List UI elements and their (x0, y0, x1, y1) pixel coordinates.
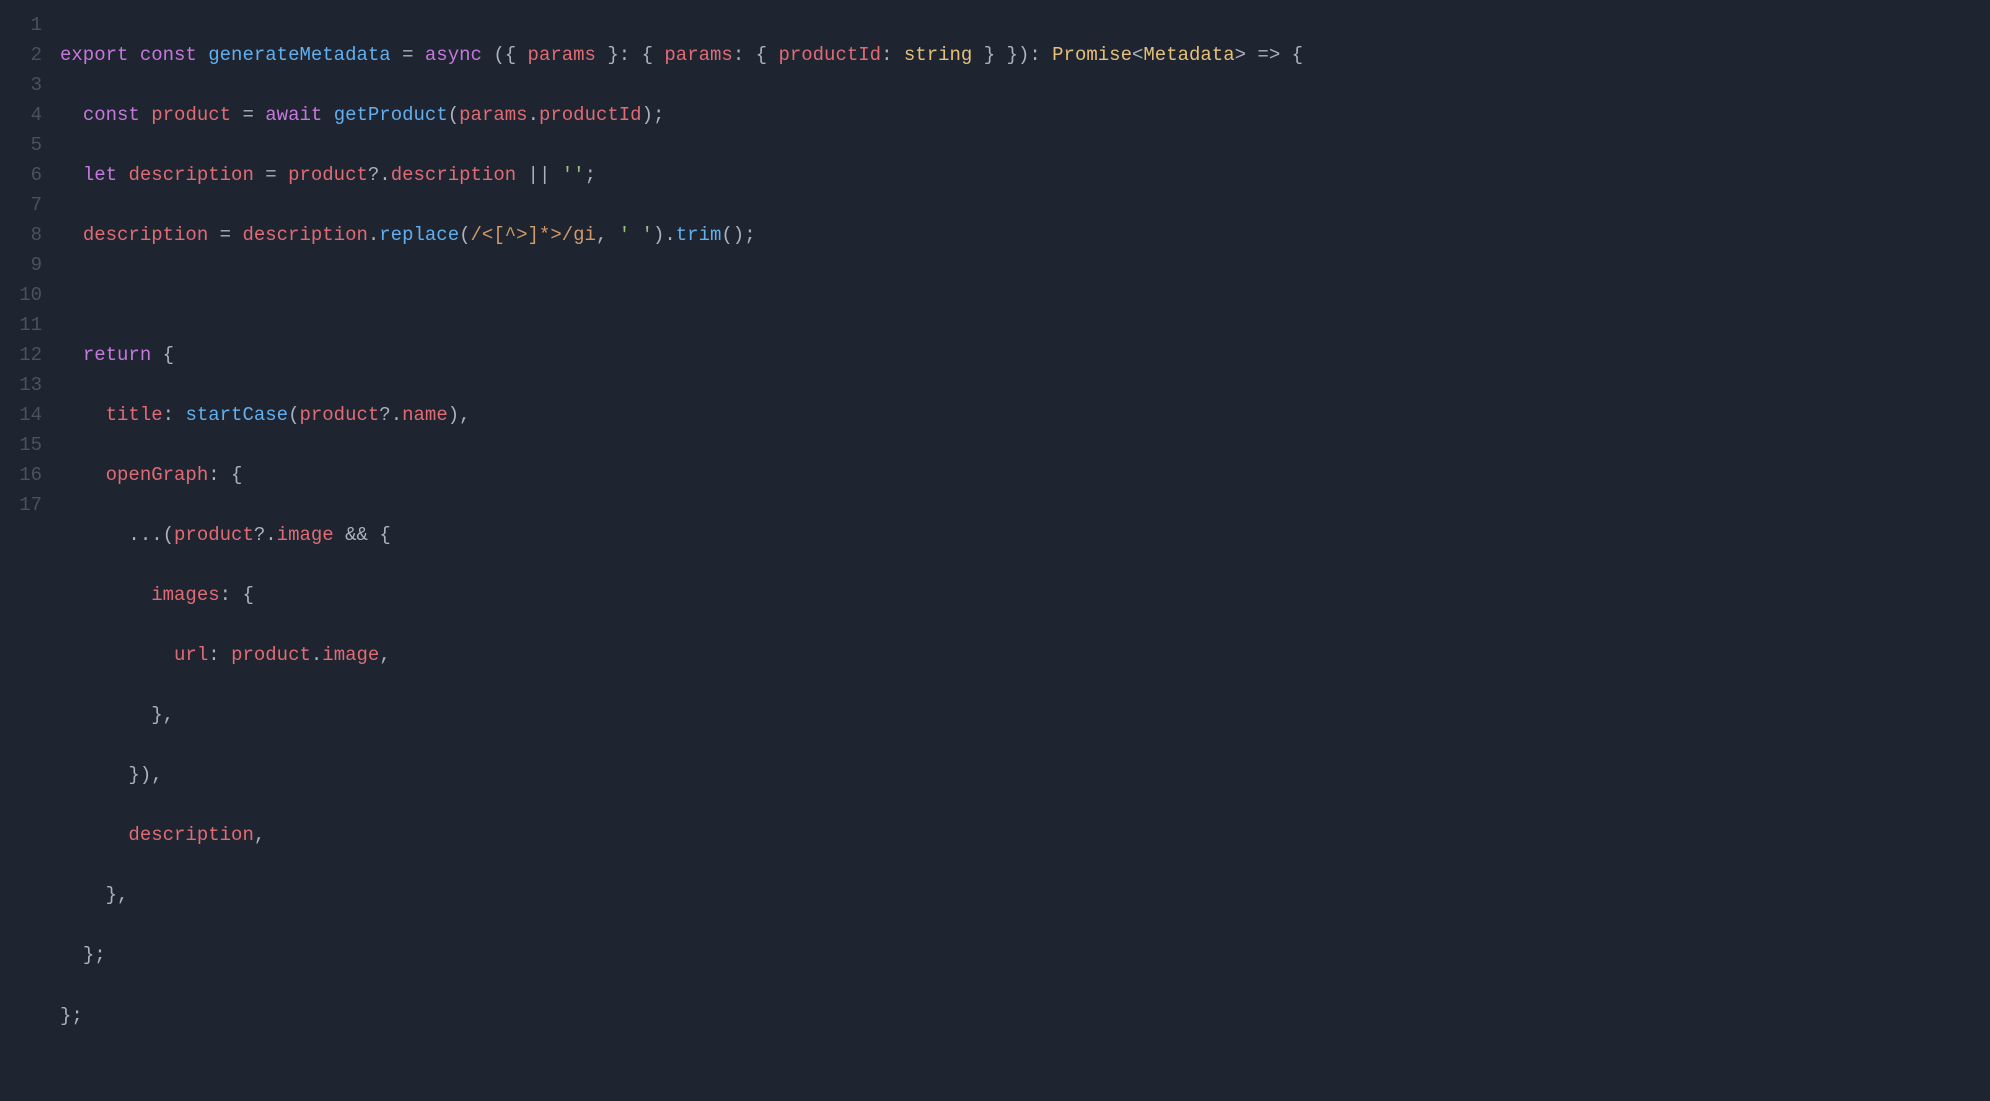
code-line[interactable]: title: startCase(product?.name), (60, 400, 1990, 430)
regex-literal: /<[^>]*>/gi (471, 224, 596, 246)
line-number: 5 (10, 130, 42, 160)
code-line[interactable]: }, (60, 700, 1990, 730)
line-number: 15 (10, 430, 42, 460)
code-line[interactable]: description, (60, 820, 1990, 850)
line-number: 17 (10, 490, 42, 520)
type: string (904, 44, 972, 66)
line-number: 14 (10, 400, 42, 430)
line-number-gutter: 1 2 3 4 5 6 7 8 9 10 11 12 13 14 15 16 1… (0, 10, 60, 1091)
line-number: 8 (10, 220, 42, 250)
line-number: 13 (10, 370, 42, 400)
identifier: params (528, 44, 596, 66)
code-line[interactable]: export const generateMetadata = async ({… (60, 40, 1990, 70)
line-number: 2 (10, 40, 42, 70)
line-number: 16 (10, 460, 42, 490)
keyword: export (60, 44, 128, 66)
code-line[interactable]: }, (60, 880, 1990, 910)
code-editor[interactable]: 1 2 3 4 5 6 7 8 9 10 11 12 13 14 15 16 1… (0, 0, 1990, 1101)
type: Promise (1052, 44, 1132, 66)
keyword: async (425, 44, 482, 66)
code-line[interactable]: images: { (60, 580, 1990, 610)
line-number: 4 (10, 100, 42, 130)
line-number: 11 (10, 310, 42, 340)
function-name: generateMetadata (208, 44, 390, 66)
line-number: 7 (10, 190, 42, 220)
line-number: 1 (10, 10, 42, 40)
string-literal: '' (562, 164, 585, 186)
code-line[interactable]: ...(product?.image && { (60, 520, 1990, 550)
line-number: 9 (10, 250, 42, 280)
code-line[interactable]: }), (60, 760, 1990, 790)
line-number: 3 (10, 70, 42, 100)
code-area[interactable]: export const generateMetadata = async ({… (60, 10, 1990, 1091)
code-line[interactable]: const product = await getProduct(params.… (60, 100, 1990, 130)
code-line[interactable]: return { (60, 340, 1990, 370)
keyword: const (140, 44, 197, 66)
line-number: 10 (10, 280, 42, 310)
code-line[interactable]: }; (60, 940, 1990, 970)
code-line[interactable]: description = description.replace(/<[^>]… (60, 220, 1990, 250)
code-line[interactable]: }; (60, 1001, 1990, 1031)
code-line[interactable]: let description = product?.description |… (60, 160, 1990, 190)
line-number: 12 (10, 340, 42, 370)
line-number: 6 (10, 160, 42, 190)
code-line[interactable]: openGraph: { (60, 460, 1990, 490)
code-line[interactable]: url: product.image, (60, 640, 1990, 670)
code-line[interactable] (60, 280, 1990, 310)
